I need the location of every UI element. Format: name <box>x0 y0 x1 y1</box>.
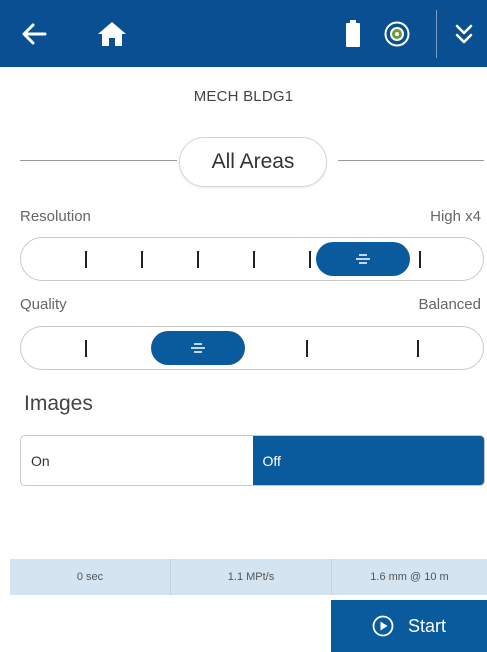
quality-slider-thumb[interactable] <box>151 331 245 365</box>
scan-summary-bar: 0 sec 1.1 MPt/s 1.6 mm @ 10 m <box>10 559 487 595</box>
images-toggle[interactable]: On Off <box>20 435 485 486</box>
battery-status <box>340 0 366 67</box>
images-title: Images <box>24 392 93 415</box>
slider-tick <box>417 340 419 357</box>
images-on-option[interactable]: On <box>21 436 253 485</box>
slider-tick <box>419 251 421 268</box>
target-icon <box>384 21 410 46</box>
top-toolbar <box>0 0 487 67</box>
start-button[interactable]: Start <box>331 600 487 652</box>
slider-tick <box>309 251 311 268</box>
grip-lines-icon <box>191 343 205 353</box>
expand-menu-button[interactable] <box>447 0 481 67</box>
slider-tick <box>197 251 199 268</box>
battery-icon <box>346 19 360 47</box>
slider-tick <box>141 251 143 268</box>
resolution-slider[interactable] <box>20 237 484 281</box>
start-label: Start <box>407 615 446 636</box>
home-button[interactable] <box>90 0 134 67</box>
divider-left <box>20 160 177 161</box>
toolbar-divider <box>436 10 437 58</box>
slider-tick <box>85 251 87 268</box>
slider-tick <box>306 340 308 357</box>
images-off-option[interactable]: Off <box>252 436 484 485</box>
quality-slider[interactable] <box>20 326 484 370</box>
point-spacing: 1.6 mm @ 10 m <box>370 571 449 583</box>
home-icon <box>98 21 126 46</box>
play-circle-icon <box>372 615 394 637</box>
divider-right <box>338 160 484 161</box>
area-selector-button[interactable]: All Areas <box>179 137 327 187</box>
scan-duration: 0 sec <box>76 571 104 583</box>
site-name: MECH BLDG1 <box>193 88 294 105</box>
double-chevron-down-icon <box>455 24 473 43</box>
slider-tick <box>253 251 255 268</box>
scan-rate: 1.1 MPt/s <box>227 571 275 583</box>
slider-tick <box>85 340 87 357</box>
resolution-label: Resolution <box>20 208 91 225</box>
back-button[interactable] <box>14 0 54 67</box>
quality-value: Balanced <box>418 296 481 313</box>
target-button[interactable] <box>380 0 414 67</box>
resolution-value: High x4 <box>430 208 481 225</box>
arrow-left-icon <box>22 23 47 44</box>
quality-label: Quality <box>20 296 67 313</box>
grip-lines-icon <box>356 254 370 264</box>
resolution-slider-thumb[interactable] <box>316 242 410 276</box>
